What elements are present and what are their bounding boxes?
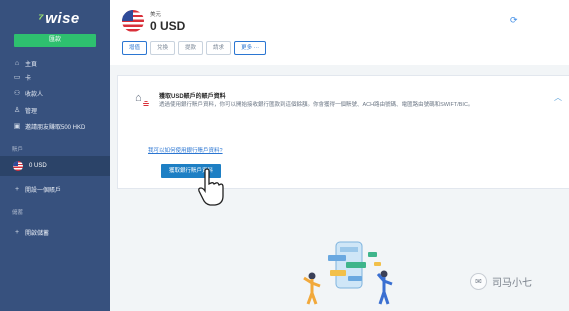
more-button[interactable]: 更多 ⋯ xyxy=(234,41,267,55)
us-flag-icon xyxy=(122,10,144,32)
action-bar: 增值 兌換 提款 請求 更多 ⋯ xyxy=(122,41,267,55)
chevron-up-icon[interactable]: ︿ xyxy=(554,92,562,103)
bell-icon[interactable]: ⟳ xyxy=(510,15,518,26)
nav-home[interactable]: ⌂ 主頁 xyxy=(12,57,37,69)
us-flag-icon xyxy=(143,101,149,107)
hand-cursor-icon xyxy=(198,168,224,206)
currency-label: 美元 xyxy=(150,12,162,18)
send-button[interactable]: 匯款 xyxy=(14,34,96,47)
nav-manage[interactable]: ♙ 管理 xyxy=(12,104,37,116)
nav-recipients[interactable]: ⚇ 收款人 xyxy=(12,87,43,99)
account-item-usd[interactable]: 0 USD xyxy=(0,156,110,176)
card-description: 透過使用銀行賬戶資料，你可以開始接收銀行匯款到這個餘額。你會獲得一個賬號、ACH… xyxy=(159,102,474,108)
phone-illustration xyxy=(303,241,393,305)
request-button[interactable]: 請求 xyxy=(206,41,232,55)
balance-header: 美元 0 USD ⟳ 增值 兌換 提款 請求 更多 ⋯ xyxy=(110,0,569,65)
home-icon: ⌂ xyxy=(14,59,20,67)
bank-icon: ⌂ xyxy=(135,92,142,104)
open-account-button[interactable]: + 開設一個賬戶 xyxy=(12,183,61,195)
account-details-card: ⌂ 獲取USD賬戶的賬戶資料 透過使用銀行賬戶資料，你可以開始接收銀行匯款到這個… xyxy=(117,75,569,189)
plus-icon: + xyxy=(14,185,20,193)
nav-invite[interactable]: ▣ 邀請朋友賺取500 HKD xyxy=(12,120,86,132)
add-money-button[interactable]: 增值 xyxy=(122,41,148,55)
manage-icon: ♙ xyxy=(13,107,21,114)
plus-icon: + xyxy=(14,228,20,236)
card-title: 獲取USD賬戶的賬戶資料 xyxy=(159,94,226,100)
how-to-use-link[interactable]: 我可以如何使用銀行賬戶資料? xyxy=(148,146,223,154)
withdraw-button[interactable]: 提款 xyxy=(178,41,204,55)
open-jar-button[interactable]: + 開啟儲蓄 xyxy=(12,226,49,238)
balance-amount: 0 USD xyxy=(150,19,186,33)
watermark: ✉ 司马小七 xyxy=(470,273,532,290)
sidebar: ⁷wise 匯款 ⌂ 主頁 ▭ 卡 ⚇ 收款人 ♙ 管理 ▣ 邀請朋友賺取500 HKD … xyxy=(0,0,110,311)
wise-flag-icon: ⁷ xyxy=(38,10,45,27)
recipients-icon: ⚇ xyxy=(13,90,21,97)
accounts-section-label: 賬戶 xyxy=(12,147,24,153)
convert-button[interactable]: 兌換 xyxy=(150,41,176,55)
nav-card[interactable]: ▭ 卡 xyxy=(12,71,31,83)
card-icon: ▭ xyxy=(13,74,21,81)
jars-section-label: 儲蓄 xyxy=(12,210,24,216)
wechat-icon: ✉ xyxy=(470,273,487,290)
wise-logo[interactable]: ⁷wise xyxy=(38,10,80,27)
gift-icon: ▣ xyxy=(13,123,21,130)
watermark-text: 司马小七 xyxy=(492,278,532,289)
us-flag-icon xyxy=(13,161,23,171)
